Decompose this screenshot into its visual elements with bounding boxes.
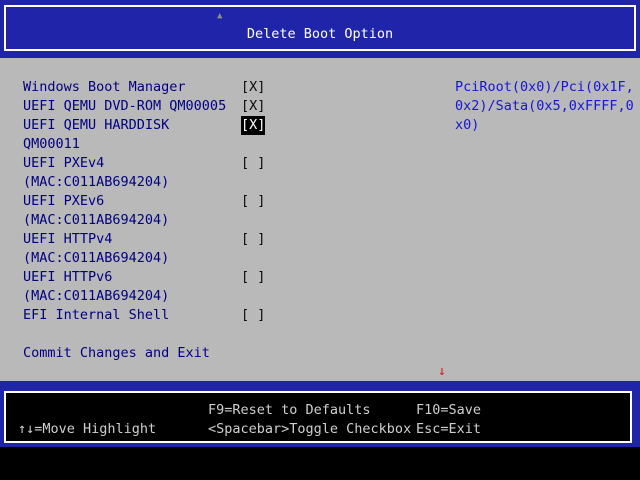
help-device-path-line1: PciRoot(0x0)/Pci(0x1F, (455, 79, 634, 95)
boot-option-label-pxev4[interactable]: UEFI PXEv4 (23, 154, 104, 173)
boot-option-label-harddisk[interactable]: UEFI QEMU HARDDISK (23, 116, 169, 135)
help-device-path-line3: x0) (455, 117, 480, 133)
exit-hint: Esc=Exit (416, 421, 482, 437)
help-device-path-line2: 0x2)/Sata(0x5,0xFFFF,0 (455, 98, 634, 114)
boot-option-checkbox-windows-boot-manager[interactable]: [X] (241, 78, 265, 97)
boot-option-checkbox-pxev4[interactable]: [ ] (241, 154, 265, 173)
toggle-checkbox-hint: <Spacebar>Toggle Checkbox (208, 421, 412, 437)
key-help-footer: F9=Reset to Defaults F10=Save ↑↓=Move Hi… (4, 391, 632, 443)
boot-option-label-efi-shell[interactable]: EFI Internal Shell (23, 306, 169, 325)
commit-changes-button[interactable]: Commit Changes and Exit (23, 344, 210, 363)
scroll-up-icon: ▲ (217, 11, 223, 21)
boot-option-label-pxev6[interactable]: UEFI PXEv6 (23, 192, 104, 211)
move-highlight-hint: ↑↓=Move Highlight (18, 421, 157, 437)
scroll-down-icon: ↓ (438, 364, 446, 379)
boot-option-label-windows-boot-manager[interactable]: Windows Boot Manager (23, 78, 186, 97)
boot-option-label-httpv6-line2[interactable]: (MAC:C011AB694204) (23, 287, 169, 306)
boot-option-checkbox-httpv4[interactable]: [ ] (241, 230, 265, 249)
page-title: Delete Boot Option (246, 26, 394, 42)
boot-option-panel: Windows Boot Manager [X] UEFI QEMU DVD-R… (0, 58, 640, 381)
title-bar: ▲ Delete Boot Option (0, 0, 640, 58)
boot-option-label-dvd-rom[interactable]: UEFI QEMU DVD-ROM QM00005 (23, 97, 226, 116)
boot-option-checkbox-harddisk[interactable]: [X] (241, 116, 266, 135)
reset-defaults-hint: F9=Reset to Defaults (208, 402, 371, 418)
boot-option-label-pxev4-line2[interactable]: (MAC:C011AB694204) (23, 173, 169, 192)
boot-option-label-httpv4[interactable]: UEFI HTTPv4 (23, 230, 112, 249)
boot-option-label-pxev6-line2[interactable]: (MAC:C011AB694204) (23, 211, 169, 230)
boot-option-label-httpv6[interactable]: UEFI HTTPv6 (23, 268, 112, 287)
boot-option-checkbox-httpv6[interactable]: [ ] (241, 268, 265, 287)
boot-option-label-httpv4-line2[interactable]: (MAC:C011AB694204) (23, 249, 169, 268)
save-hint: F10=Save (416, 402, 482, 418)
boot-option-checkbox-dvd-rom[interactable]: [X] (241, 97, 265, 116)
boot-option-checkbox-efi-shell[interactable]: [ ] (241, 306, 265, 325)
boot-option-checkbox-pxev6[interactable]: [ ] (241, 192, 265, 211)
boot-option-label-harddisk-line2[interactable]: QM00011 (23, 135, 80, 154)
